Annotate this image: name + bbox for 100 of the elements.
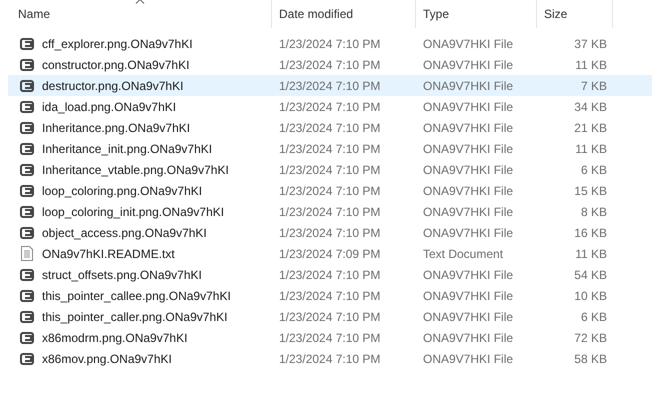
date-cell-text: 1/23/2024 7:10 PM: [278, 142, 382, 156]
date-cell-text: 1/23/2024 7:09 PM: [278, 246, 382, 260]
size-cell-text: 34 KB: [573, 100, 608, 114]
column-header[interactable]: Date modified: [272, 0, 416, 28]
file-row[interactable]: cff_explorer.png.ONa9v7hKI 1/23/2024 7:10 PM ONA9V7HKI File 37 KB: [8, 33, 652, 54]
file-name: this_pointer_callee.png.ONa9v7hKI: [42, 288, 231, 302]
file-icon: [20, 268, 34, 280]
date-cell-text: 1/23/2024 7:10 PM: [278, 100, 382, 114]
file-icon: [20, 206, 34, 218]
size-cell-text: 58 KB: [573, 352, 608, 366]
type-cell-text: ONA9V7HKI File: [422, 310, 514, 324]
size-cell-text: 10 KB: [573, 288, 608, 302]
size-cell-text: 11 KB: [574, 58, 608, 72]
file-icon: [20, 184, 34, 196]
size-cell-text: 21 KB: [573, 120, 608, 134]
size-cell-text: 16 KB: [573, 226, 608, 240]
file-name: loop_coloring.png.ONa9v7hKI: [42, 184, 202, 198]
type-cell-text: ONA9V7HKI File: [422, 330, 514, 344]
date-cell-text: 1/23/2024 7:10 PM: [278, 184, 382, 198]
file-row[interactable]: x86modrm.png.ONa9v7hKI 1/23/2024 7:10 PM ONA9V7HKI File 72 KB: [8, 327, 652, 348]
document-icon: [21, 246, 33, 261]
type-cell-text: ONA9V7HKI File: [422, 226, 514, 240]
type-cell-text: ONA9V7HKI File: [422, 142, 514, 156]
size-cell-text: 11 KB: [574, 246, 608, 260]
file-name: this_pointer_caller.png.ONa9v7hKI: [42, 310, 228, 324]
size-cell-text: 72 KB: [573, 330, 608, 344]
date-cell-text: 1/23/2024 7:10 PM: [278, 352, 382, 366]
column-header[interactable]: Name: [8, 0, 272, 28]
file-name: cff_explorer.png.ONa9v7hKI: [42, 36, 193, 50]
file-icon: [20, 310, 34, 322]
type-cell-text: ONA9V7HKI File: [422, 288, 514, 302]
file-icon: [20, 226, 34, 238]
type-cell-text: ONA9V7HKI File: [422, 58, 514, 72]
column-header[interactable]: Type: [416, 0, 537, 28]
file-row[interactable]: ida_load.png.ONa9v7hKI 1/23/2024 7:10 PM ONA9V7HKI File 34 KB: [8, 96, 652, 117]
file-row[interactable]: Inheritance_init.png.ONa9v7hKI 1/23/2024 7:10 PM ONA9V7HKI File 11 KB: [8, 138, 652, 159]
file-icon: [20, 100, 34, 112]
file-row[interactable]: loop_coloring.png.ONa9v7hKI 1/23/2024 7:10 PM ONA9V7HKI File 15 KB: [8, 180, 652, 201]
file-row[interactable]: Inheritance_vtable.png.ONa9v7hKI 1/23/2024 7:10 PM ONA9V7HKI File 6 KB: [8, 159, 652, 180]
type-cell-text: ONA9V7HKI File: [422, 120, 514, 134]
size-cell-text: 6 KB: [580, 310, 608, 324]
date-cell-text: 1/23/2024 7:10 PM: [278, 268, 382, 282]
type-cell-text: ONA9V7HKI File: [422, 162, 514, 176]
date-cell-text: 1/23/2024 7:10 PM: [278, 310, 382, 324]
file-name: Inheritance_vtable.png.ONa9v7hKI: [42, 162, 229, 176]
type-cell-text: ONA9V7HKI File: [422, 100, 514, 114]
file-name: Inheritance_init.png.ONa9v7hKI: [42, 142, 212, 156]
file-name: x86mov.png.ONa9v7hKI: [42, 352, 172, 366]
file-icon: [20, 38, 34, 50]
file-icon: [20, 80, 34, 92]
file-name: object_access.png.ONa9v7hKI: [42, 226, 207, 240]
file-row[interactable]: Inheritance.png.ONa9v7hKI 1/23/2024 7:10 PM ONA9V7HKI File 21 KB: [8, 117, 652, 138]
date-cell-text: 1/23/2024 7:10 PM: [278, 36, 382, 50]
date-cell-text: 1/23/2024 7:10 PM: [278, 78, 382, 92]
column-header[interactable]: Size: [537, 0, 613, 28]
size-cell-text: 6 KB: [580, 162, 608, 176]
size-cell-text: 11 KB: [574, 142, 608, 156]
type-cell-text: ONA9V7HKI File: [422, 268, 514, 282]
date-cell-text: 1/23/2024 7:10 PM: [278, 204, 382, 218]
file-row[interactable]: loop_coloring_init.png.ONa9v7hKI 1/23/2024 7:10 PM ONA9V7HKI File 8 KB: [8, 201, 652, 222]
file-name: x86modrm.png.ONa9v7hKI: [42, 330, 188, 344]
type-cell-text: ONA9V7HKI File: [422, 36, 514, 50]
file-name: destructor.png.ONa9v7hKI: [42, 78, 184, 92]
date-cell-text: 1/23/2024 7:10 PM: [278, 226, 382, 240]
type-cell-text: ONA9V7HKI File: [422, 184, 514, 198]
date-cell-text: 1/23/2024 7:10 PM: [278, 58, 382, 72]
file-row[interactable]: x86mov.png.ONa9v7hKI 1/23/2024 7:10 PM ONA9V7HKI File 58 KB: [8, 348, 652, 369]
file-row[interactable]: struct_offsets.png.ONa9v7hKI 1/23/2024 7:10 PM ONA9V7HKI File 54 KB: [8, 264, 652, 285]
file-icon: [20, 332, 34, 344]
file-row[interactable]: destructor.png.ONa9v7hKI 1/23/2024 7:10 PM ONA9V7HKI File 7 KB: [8, 75, 652, 96]
date-cell-text: 1/23/2024 7:10 PM: [278, 330, 382, 344]
file-name: struct_offsets.png.ONa9v7hKI: [42, 268, 202, 282]
type-cell-text: ONA9V7HKI File: [422, 352, 514, 366]
type-cell-text: Text Document: [422, 246, 504, 260]
file-icon: [20, 352, 34, 364]
size-cell-text: 37 KB: [573, 36, 608, 50]
type-cell-text: ONA9V7HKI File: [422, 204, 514, 218]
file-name: ONa9v7hKI.README.txt: [42, 246, 175, 260]
file-icon: [20, 164, 34, 176]
file-row[interactable]: ONa9v7hKI.README.txt 1/23/2024 7:09 PM Text Document 11 KB: [8, 243, 652, 264]
file-row[interactable]: constructor.png.ONa9v7hKI 1/23/2024 7:10 PM ONA9V7HKI File 11 KB: [8, 54, 652, 75]
date-cell-text: 1/23/2024 7:10 PM: [278, 288, 382, 302]
size-cell-text: 15 KB: [573, 184, 608, 198]
file-name: Inheritance.png.ONa9v7hKI: [42, 120, 190, 134]
file-name: loop_coloring_init.png.ONa9v7hKI: [42, 204, 224, 218]
date-cell-text: 1/23/2024 7:10 PM: [278, 120, 382, 134]
file-row[interactable]: this_pointer_caller.png.ONa9v7hKI 1/23/2024 7:10 PM ONA9V7HKI File 6 KB: [8, 306, 652, 327]
file-icon: [20, 58, 34, 70]
file-row[interactable]: object_access.png.ONa9v7hKI 1/23/2024 7:10 PM ONA9V7HKI File 16 KB: [8, 222, 652, 243]
file-row[interactable]: this_pointer_callee.png.ONa9v7hKI 1/23/2024 7:10 PM ONA9V7HKI File 10 KB: [8, 285, 652, 306]
type-cell-text: ONA9V7HKI File: [422, 78, 514, 92]
file-icon: [20, 122, 34, 134]
size-cell-text: 8 KB: [580, 204, 608, 218]
file-name: constructor.png.ONa9v7hKI: [42, 58, 190, 72]
size-cell-text: 54 KB: [573, 268, 608, 282]
file-name: ida_load.png.ONa9v7hKI: [42, 100, 176, 114]
file-icon: [20, 290, 34, 302]
size-cell-text: 7 KB: [580, 78, 608, 92]
date-cell-text: 1/23/2024 7:10 PM: [278, 162, 382, 176]
file-icon: [20, 142, 34, 154]
